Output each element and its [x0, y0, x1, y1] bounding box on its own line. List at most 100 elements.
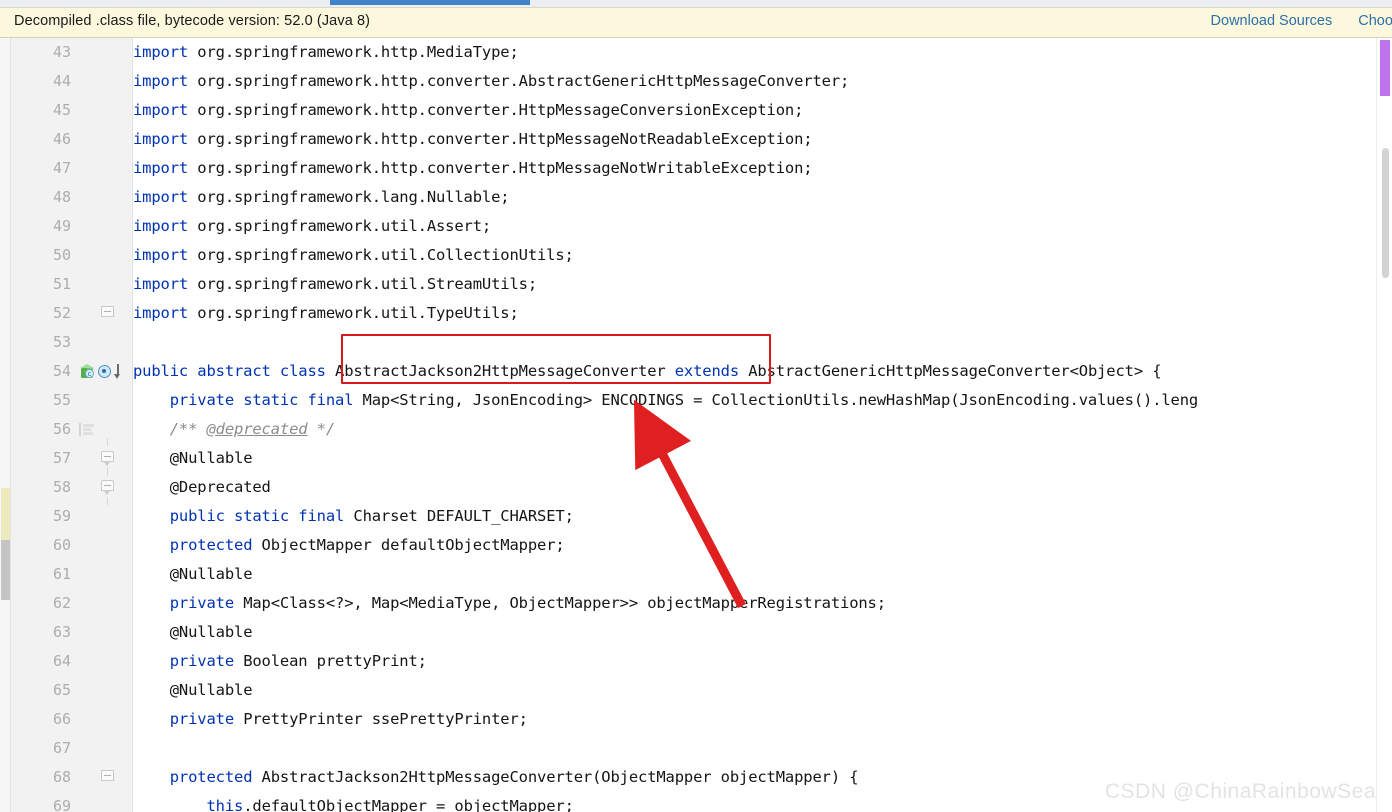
code-line[interactable]: 49 import org.springframework.util.Assert…	[0, 212, 1392, 241]
code-line[interactable]: 53	[0, 328, 1392, 357]
code-line[interactable]: 62 private Map<Class<?>, Map<MediaType, …	[0, 589, 1392, 618]
code-text: @Nullable	[169, 449, 253, 467]
code-text: import org.springframework.http.converte…	[133, 72, 850, 90]
code-text: import org.springframework.util.Collecti…	[133, 246, 574, 264]
vertical-scrollbar-thumb[interactable]	[1382, 148, 1389, 278]
code-text: import org.springframework.util.Assert;	[133, 217, 492, 235]
code-text: private PrettyPrinter ssePrettyPrinter;	[169, 710, 528, 728]
code-text: this.defaultObjectMapper = objectMapper;	[206, 797, 574, 812]
code-text: @Nullable	[169, 565, 253, 583]
banner-message: Decompiled .class file, bytecode version…	[14, 13, 371, 29]
csdn-watermark: CSDN @ChinaRainbowSea	[1104, 780, 1376, 803]
code-text: import org.springframework.http.MediaTyp…	[133, 43, 519, 61]
line-number: 67	[52, 739, 71, 757]
code-line[interactable]: 60 protected ObjectMapper defaultObjectM…	[0, 531, 1392, 560]
code-text: import org.springframework.http.converte…	[133, 130, 813, 148]
code-line[interactable]: 64 private Boolean prettyPrint;	[0, 647, 1392, 676]
arrow-down-icon[interactable]	[113, 364, 122, 380]
code-line[interactable]: 43 import org.springframework.http.MediaT…	[0, 38, 1392, 67]
code-text: import org.springframework.http.converte…	[133, 159, 813, 177]
code-fold-marker[interactable]	[101, 770, 116, 785]
code-text: protected ObjectMapper defaultObjectMapp…	[169, 536, 565, 554]
line-number: 62	[52, 594, 71, 612]
line-number: 69	[52, 797, 71, 812]
line-number: 59	[52, 507, 71, 525]
decompiled-class-viewer: Decompiled .class file, bytecode version…	[0, 0, 1392, 812]
code-line[interactable]: 63 @Nullable	[0, 618, 1392, 647]
line-number: 61	[52, 565, 71, 583]
line-number: 46	[52, 130, 71, 148]
line-number: 54	[52, 362, 71, 380]
code-line[interactable]: 46 import org.springframework.http.conver…	[0, 125, 1392, 154]
code-line[interactable]: 65 @Nullable	[0, 676, 1392, 705]
code-fold-marker[interactable]	[101, 306, 116, 321]
code-text: public static final Charset DEFAULT_CHAR…	[169, 507, 574, 525]
line-number: 52	[52, 304, 71, 322]
line-number: 50	[52, 246, 71, 264]
line-number: 65	[52, 681, 71, 699]
right-scrollbar-strip[interactable]	[1376, 38, 1392, 812]
line-number: 51	[52, 275, 71, 293]
line-number: 49	[52, 217, 71, 235]
decompiled-notification-banner: Decompiled .class file, bytecode version…	[0, 8, 1392, 38]
banner-actions: Download Sources Choose So	[1211, 13, 1392, 29]
code-text: public abstract class AbstractJackson2Ht…	[133, 362, 1162, 380]
code-line[interactable]: 56 /** @deprecated */	[0, 415, 1392, 444]
code-line[interactable]: 45 import org.springframework.http.conver…	[0, 96, 1392, 125]
code-line[interactable]: 54 c public abstract class AbstractJackson…	[0, 357, 1392, 386]
code-text: import org.springframework.util.StreamUt…	[133, 275, 538, 293]
override-icon[interactable]	[79, 423, 95, 436]
code-line[interactable]: 67	[0, 734, 1392, 763]
line-number: 48	[52, 188, 71, 206]
code-line[interactable]: 55 private static final Map<String, Json…	[0, 386, 1392, 415]
line-number: 64	[52, 652, 71, 670]
code-line[interactable]: 58 @Deprecated	[0, 473, 1392, 502]
code-line[interactable]: 44 import org.springframework.http.conver…	[0, 67, 1392, 96]
code-text: @Deprecated	[169, 478, 271, 496]
line-number: 63	[52, 623, 71, 641]
code-text: private Map<Class<?>, Map<MediaType, Obj…	[169, 594, 886, 612]
code-text: @Nullable	[169, 623, 253, 641]
scrollbar-usage-marker	[1380, 40, 1390, 96]
fold-connector-line	[107, 497, 108, 505]
line-number: 58	[52, 478, 71, 496]
line-number: 55	[52, 391, 71, 409]
code-line[interactable]: 66 private PrettyPrinter ssePrettyPrinte…	[0, 705, 1392, 734]
gutter-icon-group: c	[76, 357, 132, 386]
line-number: 44	[52, 72, 71, 90]
active-tab-underline	[330, 0, 530, 5]
class-icon[interactable]: c	[80, 364, 95, 379]
code-text: @Nullable	[169, 681, 253, 699]
code-line[interactable]: 47 import org.springframework.http.conver…	[0, 154, 1392, 183]
line-number: 45	[52, 101, 71, 119]
code-text: protected AbstractJackson2HttpMessageCon…	[169, 768, 859, 786]
code-fold-marker[interactable]	[101, 480, 116, 495]
code-text: import org.springframework.util.TypeUtil…	[133, 304, 519, 322]
gutter-icon-group	[76, 415, 132, 444]
code-text: /** @deprecated */	[169, 420, 336, 438]
code-line[interactable]: 57 @Nullable	[0, 444, 1392, 473]
code-line[interactable]: 51 import org.springframework.util.Stream…	[0, 270, 1392, 299]
code-line[interactable]: 50 import org.springframework.util.Collec…	[0, 241, 1392, 270]
code-line[interactable]: 61 @Nullable	[0, 560, 1392, 589]
fold-connector-line	[107, 438, 108, 446]
code-lines-container: 43 import org.springframework.http.MediaT…	[0, 38, 1392, 812]
line-number: 43	[52, 43, 71, 61]
download-sources-link[interactable]: Download Sources	[1211, 13, 1333, 29]
code-text: import org.springframework.lang.Nullable…	[133, 188, 510, 206]
line-number: 53	[52, 333, 71, 351]
line-number: 57	[52, 449, 71, 467]
line-number: 60	[52, 536, 71, 554]
code-text: private Boolean prettyPrint;	[169, 652, 427, 670]
code-line[interactable]: 52 import org.springframework.util.TypeUt…	[0, 299, 1392, 328]
code-editor[interactable]: 43 import org.springframework.http.MediaT…	[0, 38, 1392, 812]
code-line[interactable]: 48 import org.springframework.lang.Nullab…	[0, 183, 1392, 212]
code-fold-marker[interactable]	[101, 451, 116, 466]
line-number: 68	[52, 768, 71, 786]
line-number: 66	[52, 710, 71, 728]
fold-connector-line	[107, 467, 108, 475]
code-text: private static final Map<String, JsonEnc…	[169, 391, 1199, 409]
choose-sources-link[interactable]: Choose So	[1358, 13, 1392, 29]
implementations-icon[interactable]	[98, 365, 111, 378]
code-line[interactable]: 59 public static final Charset DEFAULT_C…	[0, 502, 1392, 531]
